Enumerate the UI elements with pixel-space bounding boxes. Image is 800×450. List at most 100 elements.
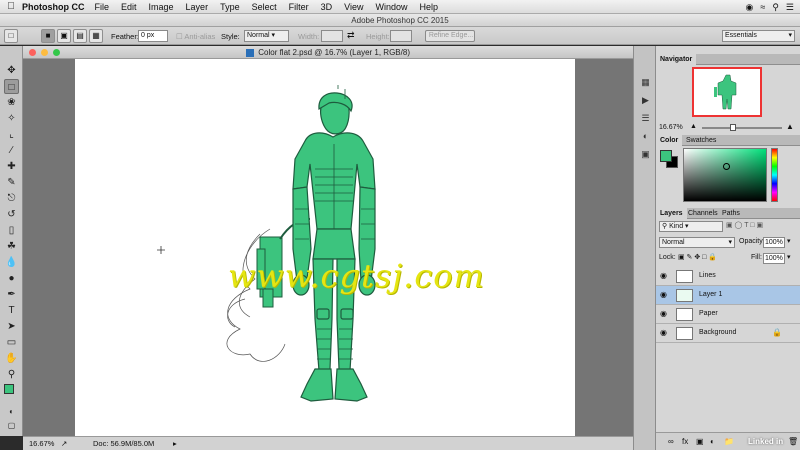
- zoom-window-icon[interactable]: [53, 49, 60, 56]
- menu-file[interactable]: File: [95, 2, 110, 12]
- navigator-preview[interactable]: [692, 67, 762, 117]
- navigator-zoom-handle[interactable]: [730, 124, 736, 131]
- menu-3d[interactable]: 3D: [321, 2, 333, 12]
- style-select[interactable]: Normal ▾: [244, 30, 289, 42]
- apple-menu-icon[interactable]: : [0, 1, 22, 12]
- rectangle-tool-icon[interactable]: ▭: [4, 335, 19, 350]
- healing-brush-tool-icon[interactable]: ✚: [4, 159, 19, 174]
- layer-row[interactable]: ◉ Paper: [656, 305, 800, 324]
- quick-mask-icon[interactable]: ◐: [4, 404, 19, 419]
- visibility-eye-icon[interactable]: ◉: [660, 290, 667, 299]
- fill-input[interactable]: 100%: [763, 253, 785, 264]
- type-tool-icon[interactable]: T: [4, 303, 19, 318]
- pen-tool-icon[interactable]: ✒: [4, 287, 19, 302]
- delete-layer-icon[interactable]: 🗑: [788, 433, 798, 450]
- blur-tool-icon[interactable]: 💧: [4, 255, 19, 270]
- menu-layer[interactable]: Layer: [186, 2, 209, 12]
- menu-select[interactable]: Select: [252, 2, 277, 12]
- color-picker-cursor[interactable]: [723, 163, 730, 170]
- tab-color[interactable]: Color: [656, 135, 683, 146]
- new-selection-icon[interactable]: ■: [41, 29, 55, 43]
- menu-image[interactable]: Image: [149, 2, 174, 12]
- dodge-tool-icon[interactable]: ●: [4, 271, 19, 286]
- adjustment-layer-icon[interactable]: ◐: [710, 433, 715, 450]
- menu-filter[interactable]: Filter: [289, 2, 309, 12]
- new-group-icon[interactable]: 📁: [724, 433, 734, 450]
- menu-help[interactable]: Help: [419, 2, 438, 12]
- menu-edit[interactable]: Edit: [121, 2, 137, 12]
- rectangular-marquee-tool-icon[interactable]: □: [4, 79, 19, 94]
- move-tool-icon[interactable]: ✥: [4, 63, 19, 78]
- status-arrow-icon[interactable]: ▸: [173, 437, 177, 450]
- minimize-window-icon[interactable]: [41, 49, 48, 56]
- adjustments-panel-icon[interactable]: ◐: [639, 130, 652, 142]
- foreground-color-swatch[interactable]: [4, 384, 14, 394]
- close-window-icon[interactable]: [29, 49, 36, 56]
- wifi-icon[interactable]: ≈: [760, 2, 765, 12]
- layer-row[interactable]: ◉ Lines: [656, 267, 800, 286]
- libraries-panel-icon[interactable]: ▣: [639, 148, 652, 160]
- foreground-color-swatch[interactable]: [660, 150, 672, 162]
- width-input[interactable]: [321, 30, 343, 42]
- list-icon[interactable]: ☰: [786, 2, 794, 13]
- menu-view[interactable]: View: [344, 2, 363, 12]
- link-layers-icon[interactable]: ∞: [668, 433, 674, 450]
- visibility-eye-icon[interactable]: ◉: [660, 309, 667, 318]
- zoom-in-icon[interactable]: ▲: [786, 122, 794, 131]
- eraser-tool-icon[interactable]: ▯: [4, 223, 19, 238]
- brush-tool-icon[interactable]: ✎: [4, 175, 19, 190]
- history-brush-tool-icon[interactable]: ↺: [4, 207, 19, 222]
- layer-row[interactable]: ◉ Background 🔒: [656, 324, 800, 343]
- add-selection-icon[interactable]: ▣: [57, 29, 71, 43]
- path-selection-tool-icon[interactable]: ➤: [4, 319, 19, 334]
- lock-icons[interactable]: ▣ ✎ ✥ □ 🔒: [678, 253, 738, 263]
- zoom-out-icon[interactable]: ▲: [690, 123, 698, 131]
- visibility-eye-icon[interactable]: ◉: [660, 271, 667, 280]
- document-tab[interactable]: Color flat 2.psd @ 16.7% (Layer 1, RGB/8…: [23, 46, 633, 59]
- zoom-level[interactable]: 16.67%: [29, 437, 54, 450]
- anti-alias-checkbox[interactable]: ☐ Anti-alias: [176, 32, 215, 41]
- quick-selection-tool-icon[interactable]: ✧: [4, 111, 19, 126]
- workspace-select[interactable]: Essentials ▾: [722, 30, 795, 42]
- fill-dropdown-icon[interactable]: ▾: [787, 253, 795, 264]
- height-input[interactable]: [390, 30, 412, 42]
- swap-icon[interactable]: ⇄: [347, 30, 355, 41]
- opacity-input[interactable]: 100%: [763, 237, 785, 248]
- feather-input[interactable]: 0 px: [138, 30, 168, 42]
- layer-style-icon[interactable]: fx: [682, 433, 688, 450]
- search-icon[interactable]: ⚲: [772, 2, 779, 13]
- hand-tool-icon[interactable]: ✋: [4, 351, 19, 366]
- tab-swatches[interactable]: Swatches: [682, 135, 720, 146]
- document-canvas[interactable]: [75, 59, 575, 436]
- blend-mode-select[interactable]: Normal ▾: [659, 237, 735, 248]
- refine-edge-button[interactable]: Refine Edge...: [425, 30, 475, 42]
- eye-status-icon[interactable]: ◉: [746, 2, 754, 13]
- menu-window[interactable]: Window: [375, 2, 407, 12]
- color-picker-field[interactable]: [683, 148, 767, 202]
- app-menu[interactable]: Photoshop CC: [22, 2, 85, 12]
- tab-channels[interactable]: Channels: [684, 208, 722, 219]
- tab-layers[interactable]: Layers: [656, 208, 687, 219]
- subtract-selection-icon[interactable]: ▤: [73, 29, 87, 43]
- canvas-area[interactable]: www.cgtsj.com: [23, 59, 633, 436]
- status-share-icon[interactable]: ↗: [61, 437, 67, 450]
- tab-navigator[interactable]: Navigator: [656, 54, 697, 65]
- layer-filter-select[interactable]: ⚲ Kind ▾: [659, 221, 723, 232]
- opacity-dropdown-icon[interactable]: ▾: [787, 237, 795, 248]
- tab-paths[interactable]: Paths: [718, 208, 744, 219]
- properties-panel-icon[interactable]: ☰: [639, 112, 652, 124]
- navigator-zoom-slider[interactable]: [702, 127, 782, 129]
- eyedropper-tool-icon[interactable]: ∕: [4, 143, 19, 158]
- crop-tool-icon[interactable]: ⌞: [4, 127, 19, 142]
- lasso-tool-icon[interactable]: ❀: [4, 95, 19, 110]
- screen-mode-icon[interactable]: ▢: [4, 418, 19, 433]
- intersect-selection-icon[interactable]: ▦: [89, 29, 103, 43]
- paint-bucket-tool-icon[interactable]: ☘: [4, 239, 19, 254]
- visibility-eye-icon[interactable]: ◉: [660, 328, 667, 337]
- layer-filter-icons[interactable]: ▣ ◯ T □ ▣: [726, 221, 796, 232]
- add-mask-icon[interactable]: ▣: [696, 433, 704, 450]
- hue-slider[interactable]: [771, 148, 778, 202]
- menu-type[interactable]: Type: [220, 2, 240, 12]
- history-panel-icon[interactable]: ▦: [639, 76, 652, 88]
- layer-row[interactable]: ◉ Layer 1: [656, 286, 800, 305]
